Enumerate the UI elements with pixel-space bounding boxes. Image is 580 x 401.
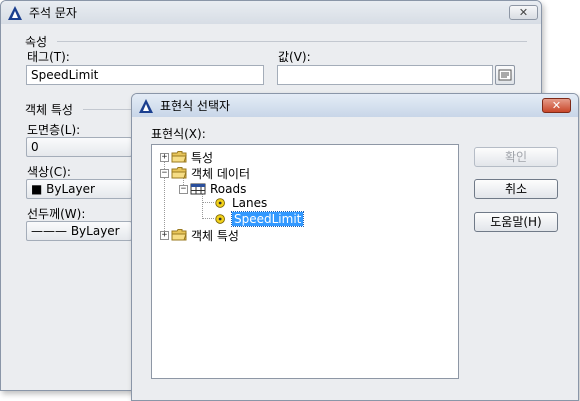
expression-tree[interactable]: + 특성 − 객체 데이터 − Roads Lanes SpeedLimit +… xyxy=(151,144,459,379)
tree-node-label: 특성 xyxy=(191,150,214,165)
tree-connector xyxy=(202,202,214,203)
folder-open-icon xyxy=(171,167,187,179)
tree-node-label: Roads xyxy=(210,182,247,196)
expression-selector-dialog: 표현식 선택자 ✕ 표현식(X): + 특성 − 객체 데이터 − Roads … xyxy=(131,93,579,401)
lineweight-label: 선두께(W): xyxy=(27,207,86,221)
close-icon[interactable]: ✕ xyxy=(509,5,538,20)
expression-selector-title: 표현식 선택자 xyxy=(160,99,231,113)
object-properties-section-label: 객체 특성 xyxy=(25,103,73,117)
autocad-app-icon xyxy=(8,5,22,20)
collapse-icon[interactable]: − xyxy=(160,168,169,178)
value-label: 값(V): xyxy=(278,50,311,64)
tree-node-label: 객체 데이터 xyxy=(191,166,251,181)
tree-node-properties[interactable]: + 특성 xyxy=(160,149,213,165)
annotation-text-title: 주석 문자 xyxy=(29,6,77,20)
autocad-app-icon xyxy=(139,98,153,113)
field-icon xyxy=(215,198,225,208)
properties-group-divider xyxy=(57,41,527,42)
collapse-icon[interactable]: − xyxy=(179,184,188,194)
layer-dropdown[interactable]: 0 xyxy=(26,137,132,157)
tag-label: 태그(T): xyxy=(27,50,70,64)
layer-label: 도면층(L): xyxy=(27,123,81,137)
field-icon xyxy=(215,214,225,224)
folder-icon xyxy=(171,151,187,163)
folder-icon xyxy=(171,229,187,241)
tree-node-lanes[interactable]: Lanes xyxy=(214,195,267,211)
field-list-icon xyxy=(498,69,512,81)
tree-node-object-data[interactable]: − 객체 데이터 xyxy=(160,165,250,181)
tree-node-speedlimit[interactable]: SpeedLimit xyxy=(214,211,305,227)
color-dropdown[interactable]: ■ ByLayer xyxy=(26,179,132,199)
insert-field-button[interactable] xyxy=(495,65,515,85)
cancel-button[interactable]: 취소 xyxy=(474,179,558,199)
expression-label: 표현식(X): xyxy=(151,127,206,141)
ok-button[interactable]: 확인 xyxy=(474,147,558,167)
lineweight-dropdown[interactable]: ——— ByLayer xyxy=(26,221,132,241)
object-properties-group-divider xyxy=(83,109,133,110)
value-input[interactable] xyxy=(277,65,493,85)
tag-input[interactable]: SpeedLimit xyxy=(26,65,264,85)
table-icon xyxy=(190,183,206,195)
tree-node-label-selected: SpeedLimit xyxy=(230,211,305,227)
tree-connector xyxy=(202,218,214,219)
close-icon[interactable]: ✕ xyxy=(542,98,571,113)
expand-icon[interactable]: + xyxy=(160,152,169,162)
expand-icon[interactable]: + xyxy=(160,230,169,240)
tree-node-label: Lanes xyxy=(232,196,268,210)
annotation-text-titlebar[interactable]: 주석 문자 ✕ xyxy=(1,1,541,24)
tree-node-object-properties[interactable]: + 객체 특성 xyxy=(160,227,239,243)
expression-selector-titlebar[interactable]: 표현식 선택자 ✕ xyxy=(132,94,578,117)
color-label: 색상(C): xyxy=(27,165,71,179)
tree-node-label: 객체 특성 xyxy=(191,228,239,243)
help-button[interactable]: 도움말(H) xyxy=(474,212,558,232)
